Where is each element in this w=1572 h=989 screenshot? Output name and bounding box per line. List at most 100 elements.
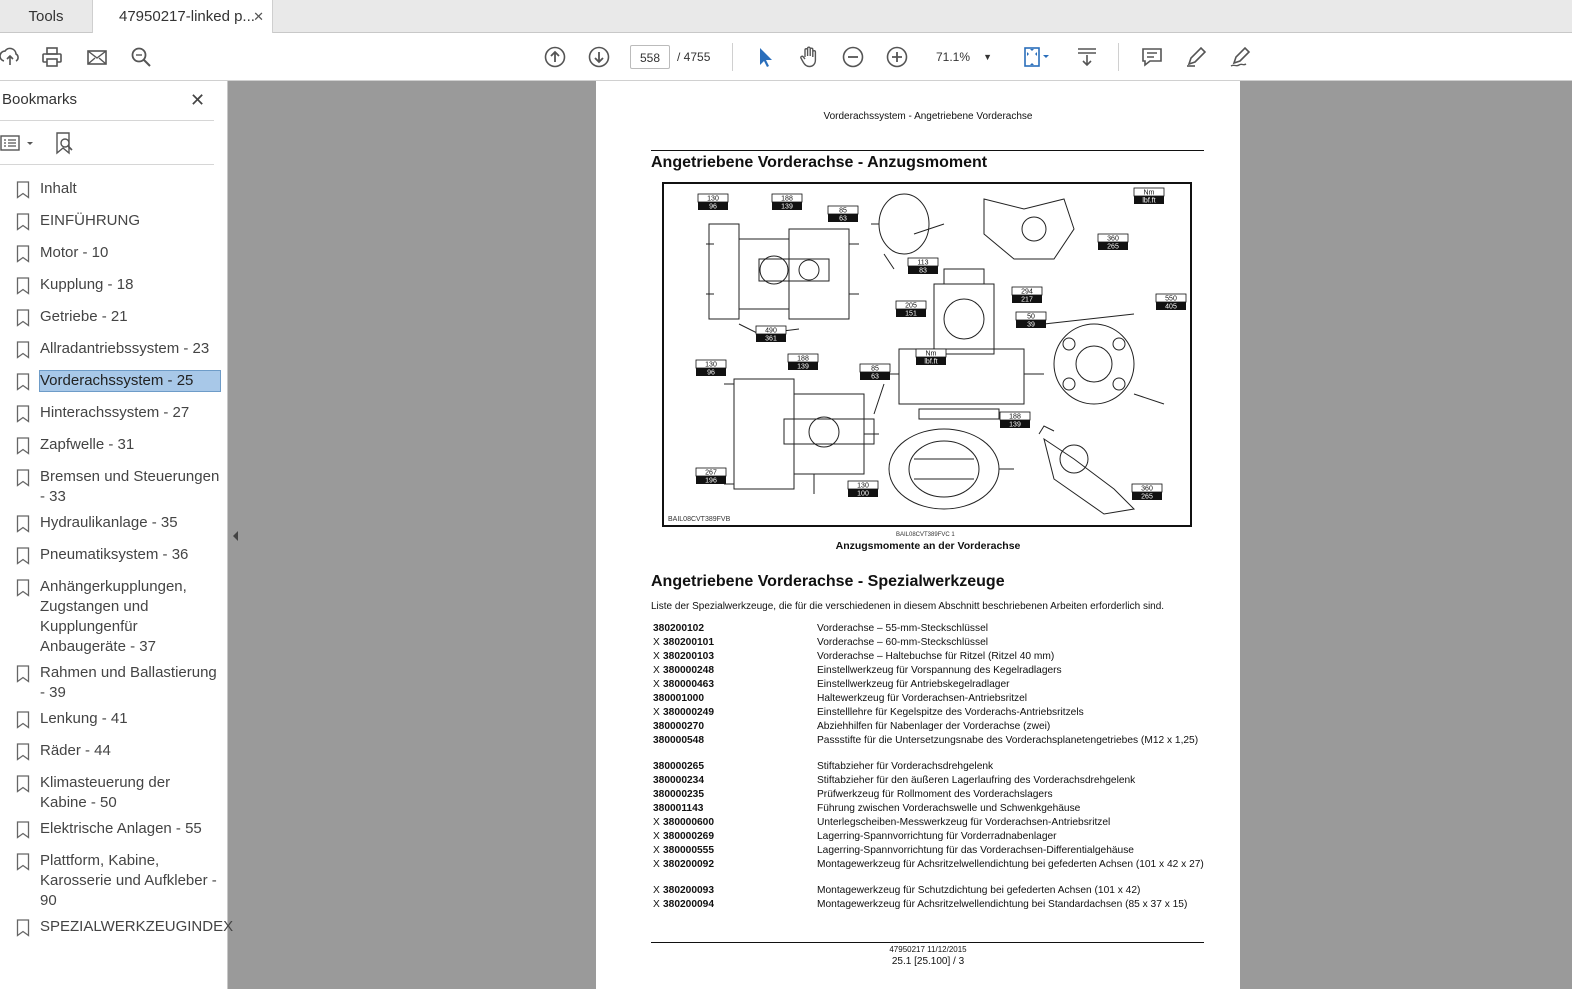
figure-id: BAIL08CVT389FVB: [668, 516, 731, 523]
toolbar-divider: [1118, 43, 1119, 71]
bookmark-icon: [16, 277, 30, 295]
torque-lbfft: 63: [871, 374, 879, 381]
fit-page-icon[interactable]: [1016, 43, 1056, 71]
scroll-mode-icon[interactable]: [1073, 43, 1101, 71]
torque-nm: 205: [905, 303, 917, 310]
bookmark-icon: [16, 515, 30, 533]
torque-lbfft: 96: [707, 370, 715, 377]
tool-x-mark: X: [653, 831, 660, 842]
tool-description: Vorderachse – Haltebuchse für Ritzel (Ri…: [817, 651, 1055, 662]
bookmark-options-button[interactable]: [0, 132, 38, 154]
tools-intro: Liste der Spezialwerkzeuge, die für die …: [651, 601, 1165, 612]
tool-x-mark: X: [653, 885, 660, 896]
tool-code: 380000249: [663, 707, 714, 718]
torque-label: 130100: [847, 480, 879, 498]
bookmark-icon: [16, 213, 30, 231]
bookmark-label: Kupplung - 18: [40, 276, 134, 293]
mail-icon[interactable]: [83, 43, 111, 71]
torque-label: 550405: [1155, 293, 1187, 311]
tool-code: 380200092: [663, 859, 714, 870]
page-total: / 4755: [677, 50, 711, 64]
close-tab-icon[interactable]: ✕: [253, 0, 264, 33]
document-page: Vorderachssystem - Angetriebene Vorderac…: [596, 81, 1240, 989]
bookmark-label: Anhängerkupplungen, Zugstangen und Kuppl…: [40, 578, 187, 655]
torque-label: 13096: [695, 359, 727, 377]
select-cursor-icon[interactable]: [751, 43, 779, 71]
find-bookmark-button[interactable]: [54, 131, 76, 155]
torque-nm: 294: [1021, 289, 1033, 296]
footer-rule: [651, 942, 1204, 943]
bookmark-label: Pneumatiksystem - 36: [40, 546, 189, 563]
tab-document[interactable]: 47950217-linked p... ✕: [93, 0, 273, 34]
tool-description: Stiftabzieher für den äußeren Lagerlaufr…: [817, 775, 1136, 786]
search-icon[interactable]: [127, 43, 155, 71]
torque-nm: Nm: [926, 351, 937, 358]
tool-description: Montagewerkzeug für Achsritzelwellendich…: [817, 899, 1188, 910]
print-icon[interactable]: [38, 43, 66, 71]
close-panel-icon[interactable]: ✕: [190, 90, 205, 111]
bookmark-label: Lenkung - 41: [40, 710, 128, 727]
tool-description: Haltewerkzeug für Vorderachsen-Antriebsr…: [817, 693, 1028, 704]
bookmark-icon: [16, 437, 30, 455]
bookmark-label: Plattform, Kabine, Karosserie und Aufkle…: [40, 852, 217, 909]
tool-description: Einstellwerkzeug für Antriebskegelradlag…: [817, 679, 1010, 690]
tool-description: Passstifte für die Untersetzungsnabe des…: [817, 735, 1199, 746]
tool-description: Abziehhilfen für Nabenlager der Vorderac…: [817, 721, 1051, 732]
bookmark-icon: [16, 373, 30, 391]
torque-label: 8563: [859, 363, 891, 381]
torque-lbfft: 405: [1165, 304, 1177, 311]
sign-icon[interactable]: [1226, 43, 1254, 71]
tool-x-mark: X: [653, 845, 660, 856]
tool-description: Einstellwerkzeug für Vorspannung des Keg…: [817, 665, 1062, 676]
tool-code: 380200102: [653, 623, 704, 634]
tool-code: 380000463: [663, 679, 714, 690]
previous-page-icon[interactable]: [541, 43, 569, 71]
tab-tools[interactable]: Tools: [0, 0, 93, 33]
comment-icon[interactable]: [1138, 43, 1166, 71]
legend-lbfft: lbf.ft: [1142, 198, 1155, 205]
footer-doc-id: 47950217 11/12/2015: [889, 945, 967, 954]
torque-nm: 85: [871, 366, 879, 373]
section-title-torque: Angetriebene Vorderachse - Anzugsmoment: [651, 154, 988, 171]
tool-code: 380000269: [663, 831, 714, 842]
tool-x-mark: X: [653, 707, 660, 718]
toolbar-divider: [732, 43, 733, 71]
zoom-value: 71.1%: [936, 50, 971, 64]
bookmark-label: SPEZIALWERKZEUGINDEX: [40, 918, 234, 935]
zoom-select[interactable]: 71.1% ▼: [926, 45, 998, 69]
zoom-out-icon[interactable]: [839, 43, 867, 71]
tool-code: 380000270: [653, 721, 704, 732]
bookmark-icon: [16, 821, 30, 839]
legend-nm: Nm: [1144, 190, 1155, 197]
torque-label: 5039: [1015, 311, 1047, 329]
tool-code: 380200093: [663, 885, 714, 896]
torque-nm: 360: [1107, 236, 1119, 243]
bookmark-icon: [16, 245, 30, 263]
upload-icon[interactable]: [0, 43, 24, 71]
torque-nm: 188: [1009, 414, 1021, 421]
torque-label: 13096: [697, 193, 729, 211]
hand-tool-icon[interactable]: [795, 43, 823, 71]
bookmark-icon: [16, 665, 30, 683]
torque-lbfft: 39: [1027, 322, 1035, 329]
tool-description: Lagerring-Spannvorrichtung für Vorderrad…: [817, 831, 1057, 842]
torque-lbfft: 83: [919, 268, 927, 275]
next-page-icon[interactable]: [585, 43, 613, 71]
torque-lbfft: 96: [709, 204, 717, 211]
bookmark-icon: [16, 853, 30, 871]
toolbar: 558 / 4755 71.1% ▼: [0, 33, 1572, 81]
zoom-in-icon[interactable]: [883, 43, 911, 71]
bookmark-label: Hinterachssystem - 27: [40, 404, 190, 421]
bookmark-icon: [16, 919, 30, 937]
bookmark-label: Rahmen und Ballastierung - 39: [40, 664, 217, 701]
highlight-pen-icon[interactable]: [1182, 43, 1210, 71]
torque-lbfft: 265: [1141, 494, 1153, 501]
collapse-panel-handle[interactable]: [230, 525, 242, 547]
page-number-input[interactable]: 558: [630, 45, 670, 69]
torque-lbfft: 151: [905, 311, 917, 318]
tool-description: Montagewerkzeug für Achsritzelwellendich…: [817, 859, 1204, 870]
tool-x-mark: X: [653, 665, 660, 676]
torque-nm: 130: [857, 483, 869, 490]
torque-label: 188139: [771, 193, 803, 211]
divider: [0, 120, 214, 121]
